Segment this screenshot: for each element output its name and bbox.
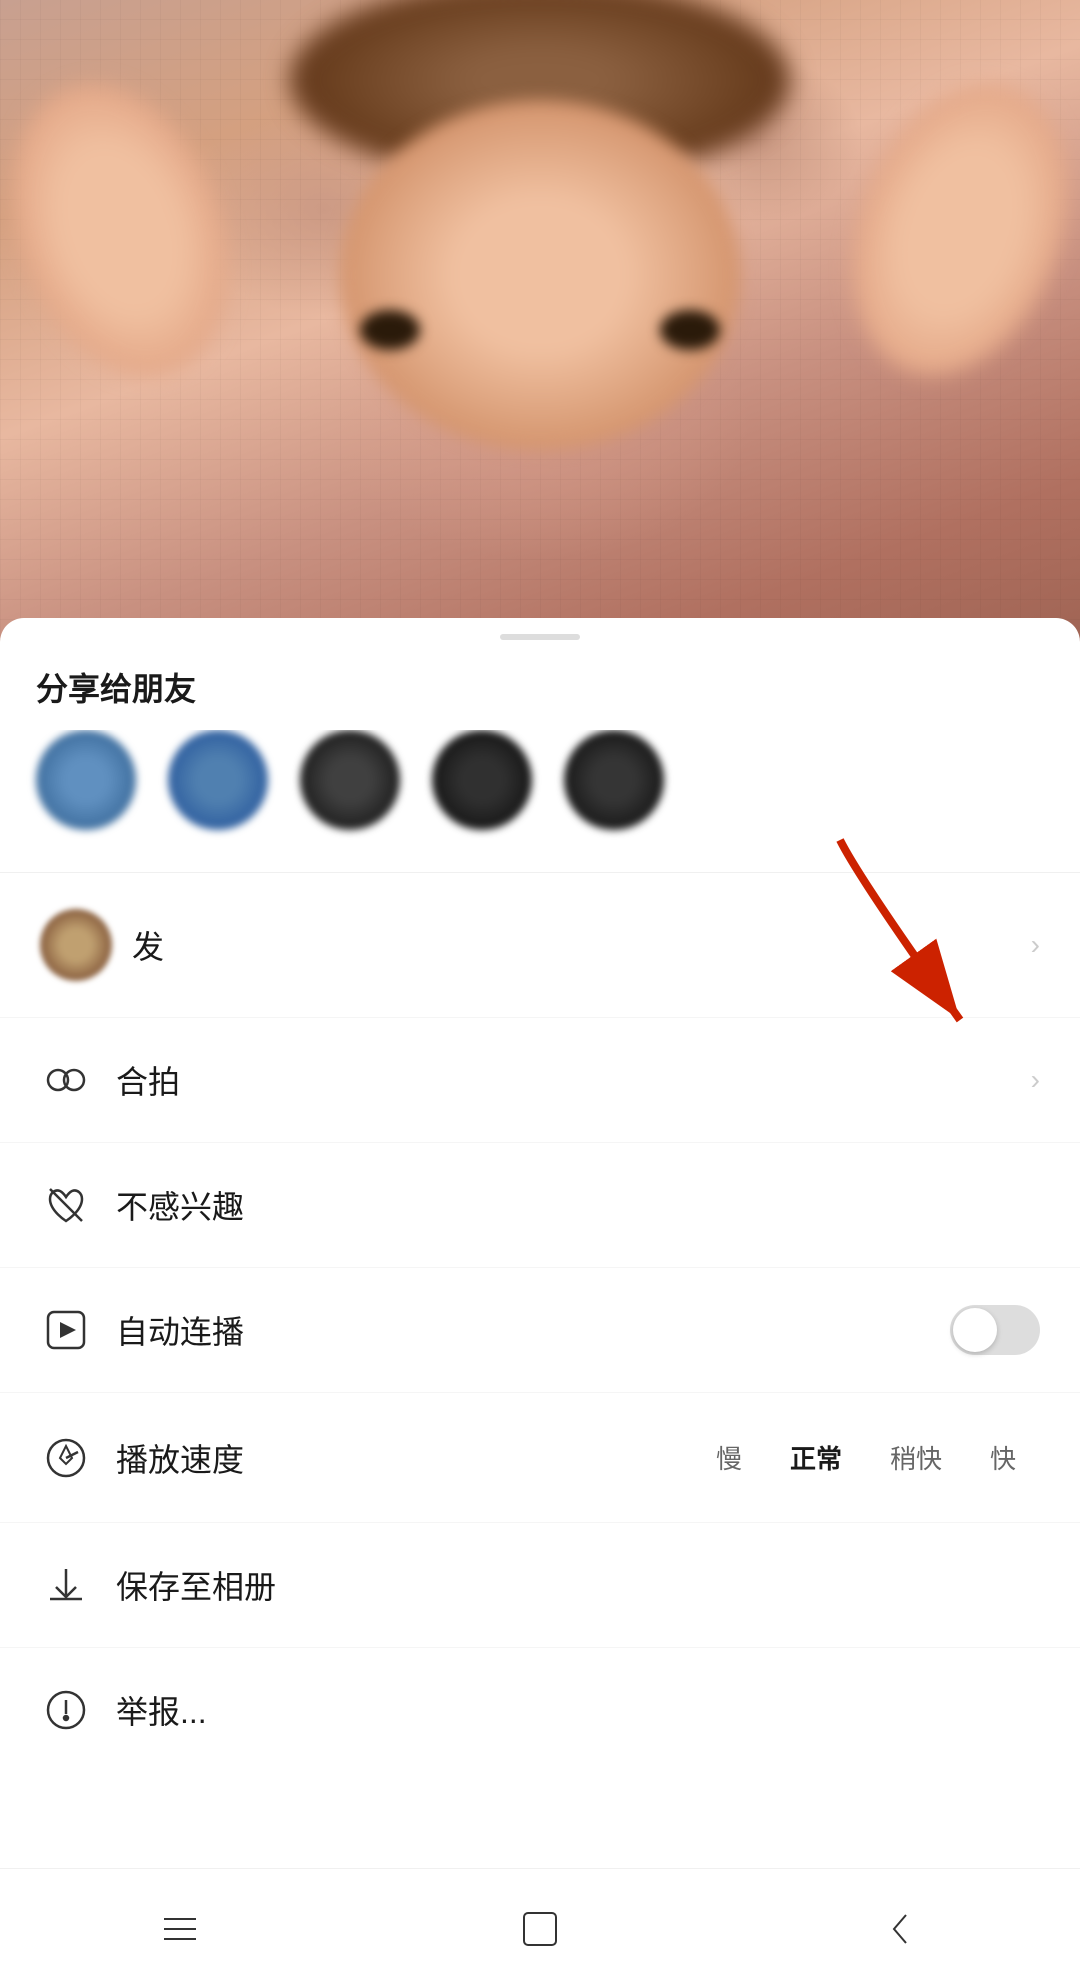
- download-icon: [40, 1559, 92, 1611]
- menu-row-not-interested[interactable]: 不感兴趣: [0, 1143, 1080, 1268]
- speed-icon: [40, 1432, 92, 1484]
- menu-row-autoplay[interactable]: 自动连播: [0, 1268, 1080, 1393]
- chevron-right-icon-collab: ›: [1031, 1064, 1040, 1096]
- share-title: 分享给朋友: [0, 640, 1080, 730]
- toggle-knob: [953, 1308, 997, 1352]
- friend-item[interactable]: [564, 730, 664, 840]
- friend-item[interactable]: [300, 730, 400, 840]
- friend-avatar-1: [36, 730, 136, 830]
- menu-label-collab: 合拍: [116, 1057, 1031, 1103]
- menu-row-save[interactable]: 保存至相册: [0, 1523, 1080, 1648]
- bottom-sheet: 分享给朋友 发 ›: [0, 618, 1080, 1988]
- speed-fast[interactable]: 快: [966, 1429, 1040, 1486]
- menu-label-playback-speed: 播放速度: [116, 1435, 692, 1481]
- nav-home-button[interactable]: [500, 1889, 580, 1969]
- heart-off-icon: [40, 1179, 92, 1231]
- face-blob: [340, 100, 740, 450]
- speed-slow[interactable]: 慢: [692, 1429, 766, 1486]
- eye-left-blob: [360, 310, 420, 350]
- flag-icon: [40, 1684, 92, 1736]
- friend-avatar-5: [564, 730, 664, 830]
- menu-label-save: 保存至相册: [116, 1562, 1040, 1608]
- nav-menu-button[interactable]: [140, 1889, 220, 1969]
- user-avatar: [40, 909, 112, 981]
- menu-label-autoplay: 自动连播: [116, 1307, 950, 1353]
- menu-row-collab[interactable]: 合拍 ›: [0, 1018, 1080, 1143]
- speed-options: 慢 正常 稍快 快: [692, 1429, 1040, 1486]
- autoplay-toggle[interactable]: [950, 1305, 1040, 1355]
- collab-icon: [40, 1054, 92, 1106]
- menu-label-report: 举报...: [116, 1687, 1040, 1733]
- speed-normal[interactable]: 正常: [766, 1429, 866, 1486]
- menu-label-not-interested: 不感兴趣: [116, 1182, 1040, 1228]
- nav-back-button[interactable]: [860, 1889, 940, 1969]
- friend-avatar-4: [432, 730, 532, 830]
- friend-item[interactable]: [36, 730, 136, 840]
- menu-label-post: 发: [132, 922, 1031, 968]
- video-background: [0, 0, 1080, 700]
- speed-slightly-fast[interactable]: 稍快: [866, 1429, 966, 1486]
- menu-row-post[interactable]: 发 ›: [0, 873, 1080, 1018]
- friend-avatar-3: [300, 730, 400, 830]
- autoplay-icon: [40, 1304, 92, 1356]
- friend-avatar-2: [168, 730, 268, 830]
- menu-row-playback-speed: 播放速度 慢 正常 稍快 快: [0, 1393, 1080, 1523]
- chevron-right-icon: ›: [1031, 929, 1040, 961]
- friend-item[interactable]: [432, 730, 532, 840]
- nav-bar: [0, 1868, 1080, 1988]
- menu-row-report[interactable]: 举报...: [0, 1648, 1080, 1772]
- eye-right-blob: [660, 310, 720, 350]
- friend-item[interactable]: [168, 730, 268, 840]
- friends-row: [0, 730, 1080, 872]
